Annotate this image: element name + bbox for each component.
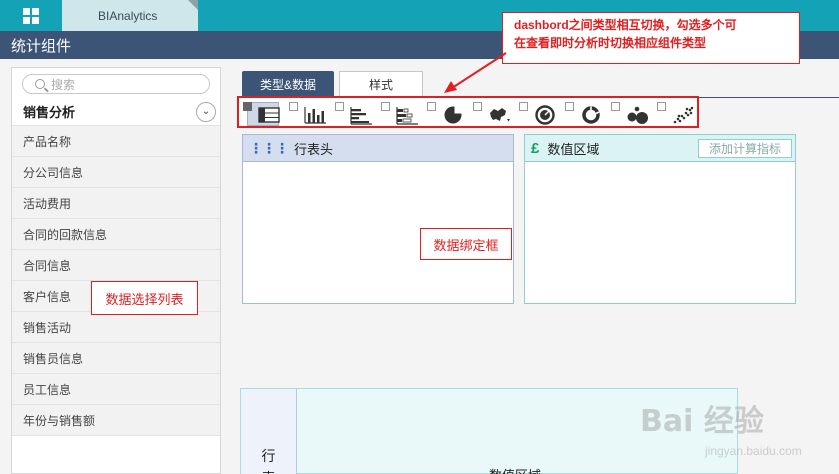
list-item[interactable]: 合同信息 — [12, 250, 220, 281]
scatter-icon — [673, 106, 694, 124]
chart-type-checkbox[interactable] — [289, 102, 298, 111]
category-label: 销售分析 — [23, 105, 76, 120]
chart-type-bubble[interactable] — [611, 102, 657, 128]
annotation-chart-switch: dashbord之间类型相互切换，勾选多个可 在查看即时分析时切换相应组件类型 — [502, 12, 800, 64]
chart-type-checkbox[interactable] — [381, 102, 390, 111]
app-tab-label: BIAnalytics — [98, 8, 158, 23]
table-icon — [258, 107, 280, 123]
chart-type-toolbar — [237, 96, 699, 128]
category-header[interactable]: 销售分析 ⌄ — [12, 98, 220, 126]
annotation-list: 数据选择列表 — [91, 281, 198, 315]
app-grid-icon[interactable] — [0, 0, 62, 31]
chart-type-checkbox[interactable] — [427, 102, 436, 111]
list-item-label: 员工信息 — [23, 382, 72, 397]
bubble-icon — [627, 106, 648, 124]
data-selection-list: 搜索 销售分析 ⌄ 产品名称 分公司信息 活动费用 合同的回款信息 合同信息 客… — [11, 67, 221, 474]
list-item-label: 活动费用 — [23, 196, 72, 211]
search-input[interactable]: 搜索 — [22, 74, 210, 94]
list-item[interactable]: 分公司信息 — [12, 157, 220, 188]
chart-type-map[interactable] — [473, 102, 519, 128]
chart-type-checkbox[interactable] — [335, 102, 344, 111]
map-icon — [490, 108, 510, 122]
list-item[interactable]: 销售活动 — [12, 312, 220, 343]
add-metric-button[interactable]: 添加计算指标 — [698, 139, 792, 158]
donut-icon — [582, 106, 600, 124]
watermark-url: jingyan.baidu.com — [705, 444, 802, 458]
chevron-down-icon[interactable]: ⌄ — [196, 101, 216, 122]
preview-row-char: 行 — [261, 448, 276, 464]
row-header-title-bar: ⋮⋮⋮ 行表头 — [243, 135, 513, 162]
annotation-arrow-icon — [444, 52, 507, 93]
list-item-label: 销售员信息 — [23, 351, 84, 366]
rows-icon: ⋮⋮⋮ — [249, 139, 289, 156]
tab-style[interactable]: 样式 — [339, 71, 423, 97]
list-item[interactable]: 产品名称 — [12, 126, 220, 157]
app-tab[interactable]: BIAnalytics — [62, 0, 198, 31]
row-header-panel[interactable]: ⋮⋮⋮ 行表头 — [242, 134, 514, 304]
row-header-label: 行表头 — [294, 141, 334, 157]
chart-type-gauge[interactable] — [519, 102, 565, 128]
search-placeholder: 搜索 — [51, 77, 76, 92]
chart-type-checkbox[interactable] — [611, 102, 620, 111]
gauge-icon — [535, 105, 555, 125]
list-item-label: 年份与销售额 — [23, 413, 96, 428]
list-item[interactable]: 员工信息 — [12, 374, 220, 405]
list-item[interactable]: 合同的回款信息 — [12, 219, 220, 250]
list-item-label: 销售活动 — [23, 320, 72, 335]
stacked-bar-icon — [396, 107, 418, 125]
search-icon — [35, 79, 45, 89]
chart-type-checkbox[interactable] — [473, 102, 482, 111]
horizontal-bar-icon — [350, 107, 372, 125]
list-item[interactable]: 销售员信息 — [12, 343, 220, 374]
chart-type-checkbox[interactable] — [519, 102, 528, 111]
chart-type-table[interactable] — [243, 102, 289, 128]
chart-type-checkbox[interactable] — [657, 102, 666, 111]
list-item-label: 分公司信息 — [23, 165, 84, 180]
chart-type-pie[interactable] — [427, 102, 473, 128]
list-item-label: 合同信息 — [23, 258, 72, 273]
value-area-label: 数值区域 — [547, 141, 600, 157]
chart-type-checkbox[interactable] — [565, 102, 574, 111]
watermark-logo: Bai 经验 — [640, 404, 764, 439]
preview-value-label: 数值区域 — [489, 465, 541, 474]
list-item-label: 合同的回款信息 — [23, 227, 108, 242]
value-area-panel[interactable]: £ 数值区域 添加计算指标 — [524, 134, 796, 304]
list-item-label: 产品名称 — [23, 134, 72, 149]
baidu-watermark: Bai 经验 jingyan.baidu.com — [640, 396, 835, 466]
bar-chart-icon — [304, 107, 326, 124]
chart-type-checkbox[interactable] — [243, 102, 252, 111]
value-area-title-bar: £ 数值区域 添加计算指标 — [525, 135, 795, 162]
chart-type-stacked-bar[interactable] — [381, 102, 427, 128]
list-item-label: 客户信息 — [23, 289, 72, 304]
pie-icon — [444, 106, 462, 124]
pound-icon: £ — [531, 139, 540, 157]
chart-type-horizontal-bar[interactable] — [335, 102, 381, 128]
preview-row-header: 行 表 — [241, 389, 297, 474]
tab-type-data[interactable]: 类型&数据 — [242, 71, 334, 97]
chart-type-donut[interactable] — [565, 102, 611, 128]
list-item[interactable]: 年份与销售额 — [12, 405, 220, 436]
annotation-line: dashbord之间类型相互切换，勾选多个可 — [514, 18, 737, 32]
tab-corner-icon[interactable] — [188, 0, 198, 10]
annotation-binding: 数据绑定框 — [420, 228, 512, 260]
preview-row-char: 表 — [262, 467, 276, 474]
list-item[interactable]: 活动费用 — [12, 188, 220, 219]
annotation-line: 在查看即时分析时切换相应组件类型 — [514, 36, 707, 50]
chart-type-scatter[interactable] — [657, 102, 703, 128]
chart-type-bar[interactable] — [289, 102, 335, 128]
